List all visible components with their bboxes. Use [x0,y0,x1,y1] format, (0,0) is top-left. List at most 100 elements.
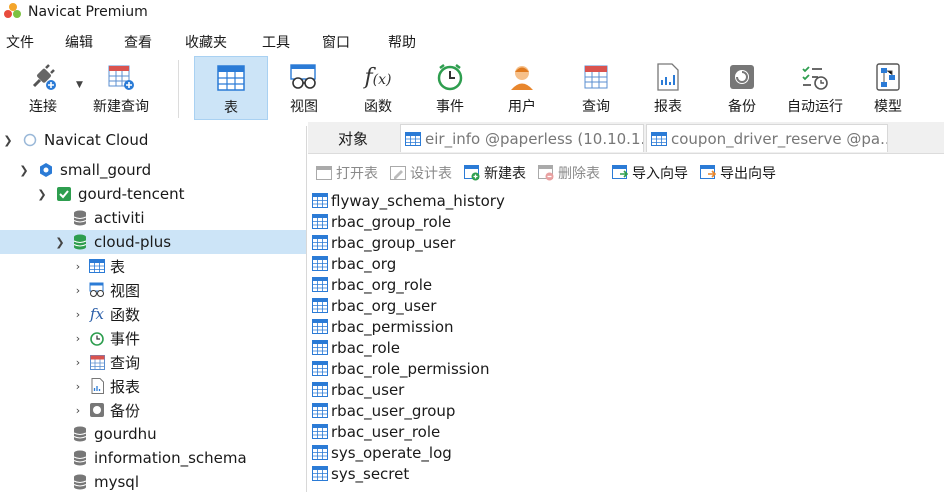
tree-item-database[interactable]: information_schema [0,446,306,470]
tree-item-events[interactable]: › 事件 [0,326,306,350]
navigation-tree: ❯ Navicat Cloud ❯ small_gourd ❯ gourd-te… [0,126,307,492]
toolbar-user-button[interactable]: 用户 [490,56,554,120]
toolbar-table-label: 表 [224,100,238,116]
table-icon [312,213,328,230]
tab-label: coupon_driver_reserve @pa... [671,129,888,148]
toolbar-table-button[interactable]: 表 [194,56,268,120]
menu-window[interactable]: 窗口 [322,32,350,52]
table-name: flyway_schema_history [331,191,505,210]
tree-item-backups[interactable]: › 备份 [0,398,306,422]
chevron-right-icon[interactable]: › [72,260,84,273]
export-wizard-button[interactable]: 导出向导 [700,163,776,183]
backup-icon [89,402,105,418]
table-icon [312,423,328,440]
tree-item-database[interactable]: gourdhu [0,422,306,446]
connect-button[interactable]: 连接 [20,56,66,120]
design-table-button[interactable]: 设计表 [390,163,452,183]
table-name: rbac_org [331,254,397,273]
chevron-right-icon[interactable]: › [72,404,84,417]
table-row[interactable]: rbac_permission [312,316,454,337]
toolbar-function-label: 函数 [364,99,392,115]
table-row[interactable]: rbac_org [312,253,396,274]
tree-item-connection[interactable]: ❯ gourd-tencent [0,182,306,206]
chevron-down-icon[interactable]: ❯ [36,188,48,201]
new-query-button[interactable]: 新建查询 [88,56,154,120]
chevron-right-icon[interactable]: › [72,332,84,345]
toolbar-report-button[interactable]: 报表 [636,56,700,120]
menu-edit[interactable]: 编辑 [65,32,93,52]
table-row[interactable]: rbac_group_user [312,232,455,253]
chevron-right-icon[interactable]: › [72,356,84,369]
tree-item-views[interactable]: › 视图 [0,278,306,302]
table-row[interactable]: flyway_schema_history [312,190,505,211]
import-icon [612,165,628,181]
table-row[interactable]: rbac_user_group [312,400,455,421]
import-wizard-button[interactable]: 导入向导 [612,163,688,183]
tree-label: 函数 [110,305,141,324]
table-row[interactable]: rbac_role_permission [312,358,489,379]
tab-coupon-driver-reserve[interactable]: coupon_driver_reserve @pa... [646,124,888,152]
tree-item-queries[interactable]: › 查询 [0,350,306,374]
view-icon [89,282,105,298]
clock-icon [89,330,105,346]
menu-file[interactable]: 文件 [6,32,34,52]
chevron-right-icon[interactable]: › [72,380,84,393]
tree-item-navicat-cloud[interactable]: ❯ Navicat Cloud [0,128,306,152]
delete-table-button[interactable]: 删除表 [538,163,600,183]
table-row[interactable]: rbac_user [312,379,404,400]
chevron-right-icon[interactable]: › [72,308,84,321]
database-icon [72,210,88,226]
tree-item-functions[interactable]: › fx 函数 [0,302,306,326]
tree-item-reports[interactable]: › 报表 [0,374,306,398]
toolbar-automation-button[interactable]: 自动运行 [780,56,850,120]
toolbar-query-button[interactable]: 查询 [564,56,628,120]
table-row[interactable]: sys_secret [312,463,409,484]
toolbar-report-label: 报表 [654,99,682,115]
table-row[interactable]: rbac_role [312,337,400,358]
table-row[interactable]: rbac_group_role [312,211,451,232]
table-icon [312,339,328,356]
tree-item-tables[interactable]: › 表 [0,254,306,278]
chevron-down-icon[interactable]: ❯ [2,134,14,147]
tree-label: cloud-plus [94,233,172,251]
tree-item-database[interactable]: mysql [0,470,306,492]
table-icon [312,192,328,209]
function-icon: fx [89,305,104,323]
table-name: rbac_permission [331,317,454,336]
toolbar-view-label: 视图 [290,99,318,115]
table-row[interactable]: rbac_org_user [312,295,436,316]
toolbar-event-button[interactable]: 事件 [418,56,482,120]
tab-objects[interactable]: 对象 [308,124,398,152]
tree-label: gourdhu [94,425,157,443]
menu-tools[interactable]: 工具 [262,32,290,52]
toolbar-function-button[interactable]: f(x) 函数 [346,56,410,120]
open-table-button[interactable]: 打开表 [316,163,378,183]
tree-label: 事件 [110,329,141,348]
tree-item-project[interactable]: ❯ small_gourd [0,158,306,182]
connect-dropdown-icon[interactable]: ▼ [76,80,83,90]
table-name: sys_secret [331,464,410,483]
chevron-down-icon[interactable]: ❯ [54,236,66,249]
table-row[interactable]: sys_operate_log [312,442,452,463]
tab-eir-info[interactable]: eir_info @paperless (10.10.1... [400,124,644,152]
table-name: rbac_user_role [331,422,441,441]
tree-item-database-selected[interactable]: ❯ cloud-plus [0,230,306,254]
new-table-button[interactable]: 新建表 [464,163,526,183]
table-row[interactable]: rbac_org_role [312,274,432,295]
table-name: rbac_org_user [331,296,437,315]
toolbar-user-label: 用户 [508,99,536,115]
toolbar-backup-button[interactable]: 备份 [710,56,774,120]
toolbar-view-button[interactable]: 视图 [272,56,336,120]
chevron-down-icon[interactable]: ❯ [18,164,30,177]
function-icon: f(x) [364,64,392,90]
tree-item-database[interactable]: activiti [0,206,306,230]
toolbar-model-button[interactable]: 模型 [856,56,920,120]
clock-icon [435,62,465,92]
chevron-right-icon[interactable]: › [72,284,84,297]
table-row[interactable]: rbac_user_role [312,421,440,442]
export-icon [700,165,716,181]
menu-favorites[interactable]: 收藏夹 [185,32,227,52]
menu-view[interactable]: 查看 [124,32,152,52]
menu-help[interactable]: 帮助 [388,32,416,52]
table-icon [312,402,328,419]
